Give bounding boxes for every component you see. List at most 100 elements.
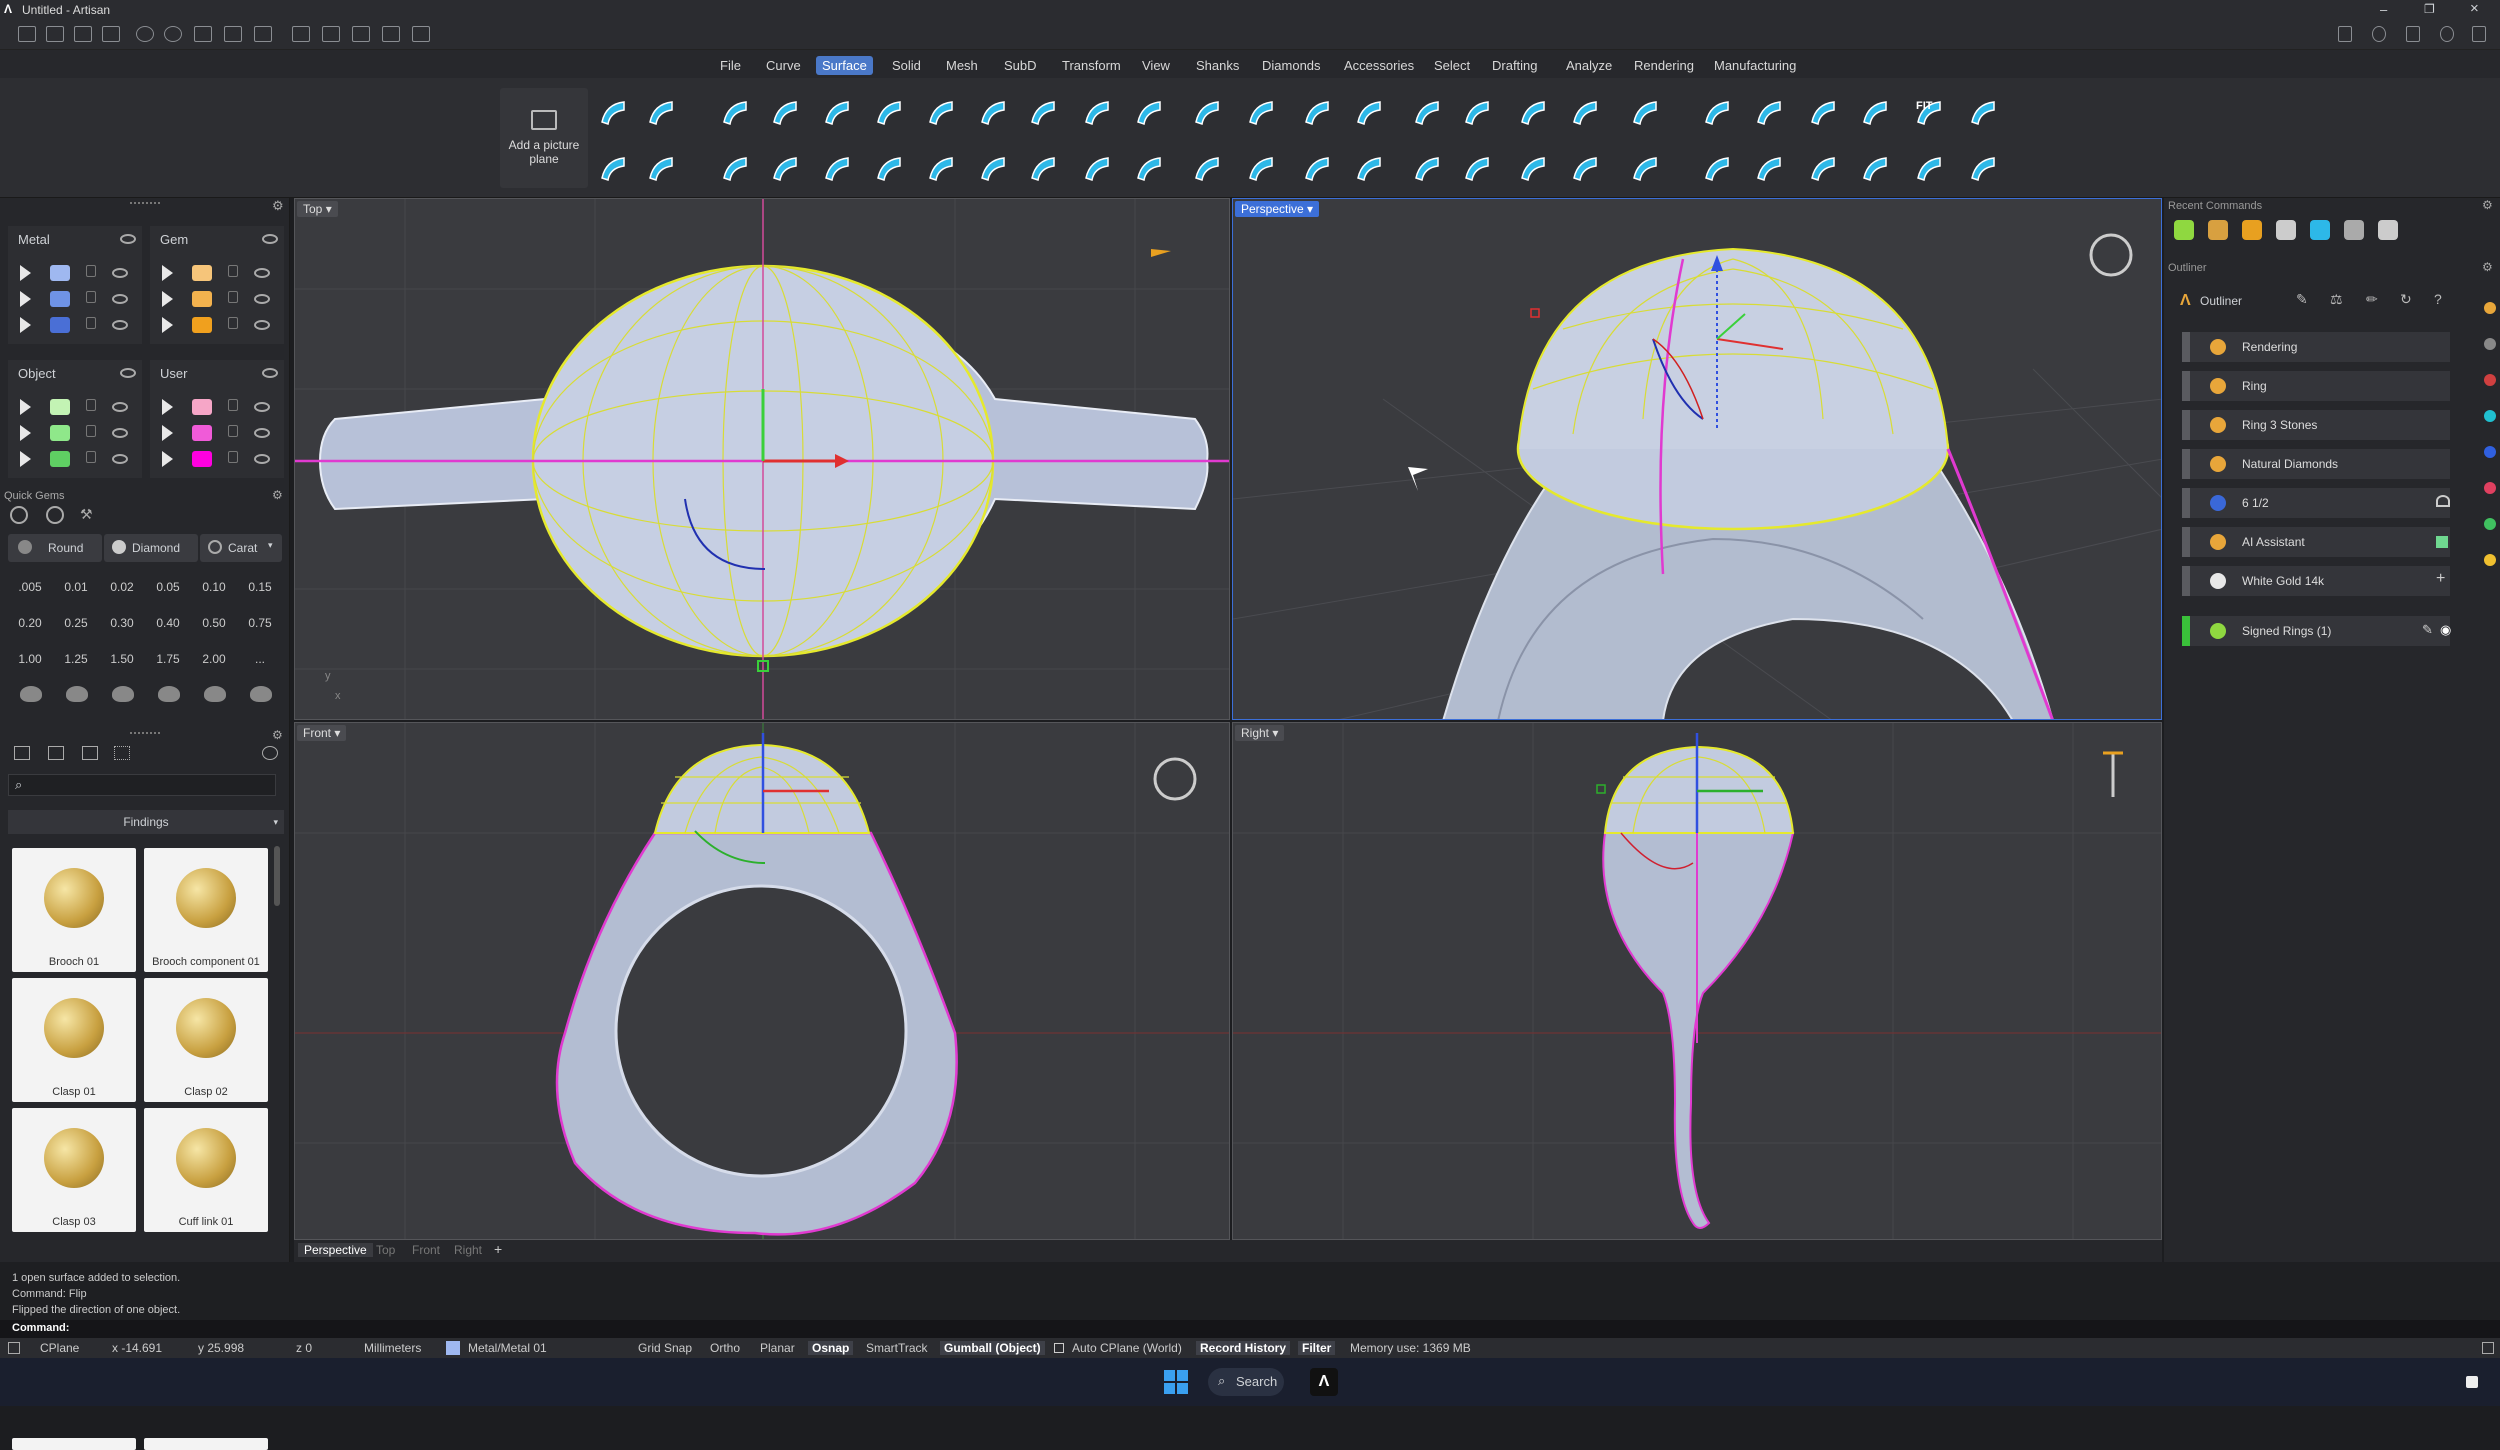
finding-item[interactable]: Clasp 03 bbox=[12, 1108, 136, 1232]
surface-tool-1-2-icon[interactable] bbox=[718, 152, 752, 186]
gem-shape-icon[interactable] bbox=[10, 506, 28, 524]
expand-arrow-icon[interactable] bbox=[162, 265, 173, 281]
layer-color-swatch[interactable] bbox=[50, 451, 70, 467]
lock-icon[interactable] bbox=[86, 291, 96, 303]
expand-arrow-icon[interactable] bbox=[162, 291, 173, 307]
dock-camera-icon[interactable] bbox=[2484, 482, 2496, 494]
visibility-icon[interactable] bbox=[254, 402, 270, 412]
finding-item[interactable] bbox=[144, 1438, 268, 1450]
outliner-item[interactable]: White Gold 14k + bbox=[2182, 566, 2450, 596]
balance-icon[interactable]: ⚖ bbox=[2330, 291, 2343, 308]
object-layer-row[interactable] bbox=[8, 446, 142, 472]
expand-arrow-icon[interactable] bbox=[20, 317, 31, 333]
lock-icon[interactable] bbox=[228, 399, 238, 411]
refresh-icon[interactable] bbox=[262, 746, 278, 760]
surface-tool-1-9-icon[interactable] bbox=[1080, 152, 1114, 186]
export-icon[interactable] bbox=[254, 26, 272, 42]
layer-color-swatch[interactable] bbox=[192, 265, 212, 281]
save-icon[interactable] bbox=[194, 26, 212, 42]
surface-tool-0-23-icon[interactable] bbox=[1858, 96, 1892, 130]
add-viewport-icon[interactable]: + bbox=[494, 1241, 502, 1257]
new-file-icon[interactable] bbox=[18, 26, 36, 42]
round-button[interactable]: Round bbox=[8, 534, 102, 562]
dock-logo-icon[interactable] bbox=[2484, 302, 2496, 314]
surface-tool-0-9-icon[interactable] bbox=[1080, 96, 1114, 130]
layer-color-swatch[interactable] bbox=[192, 451, 212, 467]
layer-color-swatch[interactable] bbox=[50, 291, 70, 307]
menu-curve[interactable]: Curve bbox=[760, 56, 807, 75]
viewport-tab-front[interactable]: Front bbox=[412, 1243, 440, 1257]
refresh-icon[interactable]: ↻ bbox=[2400, 291, 2412, 308]
menu-drafting[interactable]: Drafting bbox=[1486, 56, 1544, 75]
findings-category[interactable]: Findings ▾ bbox=[8, 810, 284, 834]
visibility-icon[interactable] bbox=[112, 294, 128, 304]
gem-shape-icon[interactable] bbox=[66, 686, 88, 702]
surface-tool-0-16-icon[interactable] bbox=[1460, 96, 1494, 130]
command-line[interactable]: Command: bbox=[0, 1320, 2500, 1338]
finding-item[interactable]: Brooch 01 bbox=[12, 848, 136, 972]
gem-layer-row[interactable] bbox=[150, 286, 284, 312]
smarttrack-toggle[interactable]: SmartTrack bbox=[866, 1341, 928, 1355]
surface-tool-1-0-icon[interactable] bbox=[596, 152, 630, 186]
viewport-perspective[interactable]: Perspective ▾ bbox=[1232, 198, 2162, 720]
command-input[interactable] bbox=[74, 1321, 2474, 1337]
surface-tool-1-1-icon[interactable] bbox=[644, 152, 678, 186]
gem-layer-row[interactable] bbox=[150, 260, 284, 286]
finding-item[interactable]: Clasp 01 bbox=[12, 978, 136, 1102]
panel-grip[interactable] bbox=[130, 202, 160, 204]
carat-value-button[interactable]: 0.20 bbox=[10, 610, 50, 636]
record-history-toggle[interactable]: Record History bbox=[1196, 1341, 1291, 1355]
recent-command-icon[interactable] bbox=[2208, 220, 2228, 240]
viewport-right[interactable]: Right ▾ bbox=[1232, 722, 2162, 1240]
surface-tool-0-15-icon[interactable] bbox=[1410, 96, 1444, 130]
surface-tool-0-5-icon[interactable] bbox=[872, 96, 906, 130]
carat-value-button[interactable]: 0.02 bbox=[102, 574, 142, 600]
menu-solid[interactable]: Solid bbox=[886, 56, 927, 75]
surface-tool-1-6-icon[interactable] bbox=[924, 152, 958, 186]
menu-subd[interactable]: SubD bbox=[998, 56, 1043, 75]
surface-tool-0-12-icon[interactable] bbox=[1244, 96, 1278, 130]
carat-value-button[interactable]: 1.25 bbox=[56, 646, 96, 672]
dock-material-icon[interactable] bbox=[2484, 410, 2496, 422]
artisan-taskbar-icon[interactable]: Λ bbox=[1310, 1368, 1338, 1396]
surface-tool-1-7-icon[interactable] bbox=[976, 152, 1010, 186]
lock-icon[interactable] bbox=[86, 399, 96, 411]
layer-color-swatch[interactable] bbox=[50, 399, 70, 415]
surface-tool-1-13-icon[interactable] bbox=[1300, 152, 1334, 186]
carat-value-button[interactable]: ... bbox=[240, 646, 280, 672]
surface-tool-1-22-icon[interactable] bbox=[1806, 152, 1840, 186]
redo-icon[interactable] bbox=[164, 26, 182, 42]
surface-tool-0-6-icon[interactable] bbox=[924, 96, 958, 130]
dock-layers-icon[interactable] bbox=[2484, 446, 2496, 458]
surface-tool-1-17-icon[interactable] bbox=[1516, 152, 1550, 186]
layer-color-swatch[interactable] bbox=[192, 425, 212, 441]
minimize-icon[interactable]: – bbox=[2380, 2, 2387, 17]
carat-value-button[interactable]: 0.40 bbox=[148, 610, 188, 636]
expand-arrow-icon[interactable] bbox=[20, 291, 31, 307]
transform-icon[interactable] bbox=[322, 26, 340, 42]
dock-colors-icon[interactable] bbox=[2484, 554, 2496, 566]
visibility-icon[interactable] bbox=[120, 368, 136, 378]
outliner-item[interactable]: Ring 3 Stones bbox=[2182, 410, 2450, 440]
taskbar-search[interactable]: ⌕ Search bbox=[1208, 1368, 1284, 1396]
surface-tool-1-21-icon[interactable] bbox=[1752, 152, 1786, 186]
user-layer-row[interactable] bbox=[150, 446, 284, 472]
undo-icon[interactable] bbox=[136, 26, 154, 42]
visibility-icon[interactable] bbox=[112, 454, 128, 464]
menu-mesh[interactable]: Mesh bbox=[940, 56, 984, 75]
surface-tool-1-10-icon[interactable] bbox=[1132, 152, 1166, 186]
lock-icon[interactable] bbox=[228, 451, 238, 463]
settings-icon[interactable] bbox=[412, 26, 430, 42]
outliner-signed-rings[interactable]: Signed Rings (1) ✎ ◉ bbox=[2182, 616, 2451, 646]
surface-tool-0-18-icon[interactable] bbox=[1568, 96, 1602, 130]
carat-dropdown[interactable]: Carat ▾ bbox=[200, 534, 282, 562]
surface-tool-0-25-icon[interactable] bbox=[1966, 96, 2000, 130]
carat-value-button[interactable]: 0.25 bbox=[56, 610, 96, 636]
viewport-top[interactable]: Top ▾ yx bbox=[294, 198, 1230, 720]
surface-tool-0-19-icon[interactable] bbox=[1628, 96, 1662, 130]
notification-icon[interactable] bbox=[2466, 1376, 2478, 1388]
carat-value-button[interactable]: 1.75 bbox=[148, 646, 188, 672]
carat-value-button[interactable]: 0.05 bbox=[148, 574, 188, 600]
visibility-icon[interactable] bbox=[254, 320, 270, 330]
lock-icon[interactable] bbox=[228, 265, 238, 277]
